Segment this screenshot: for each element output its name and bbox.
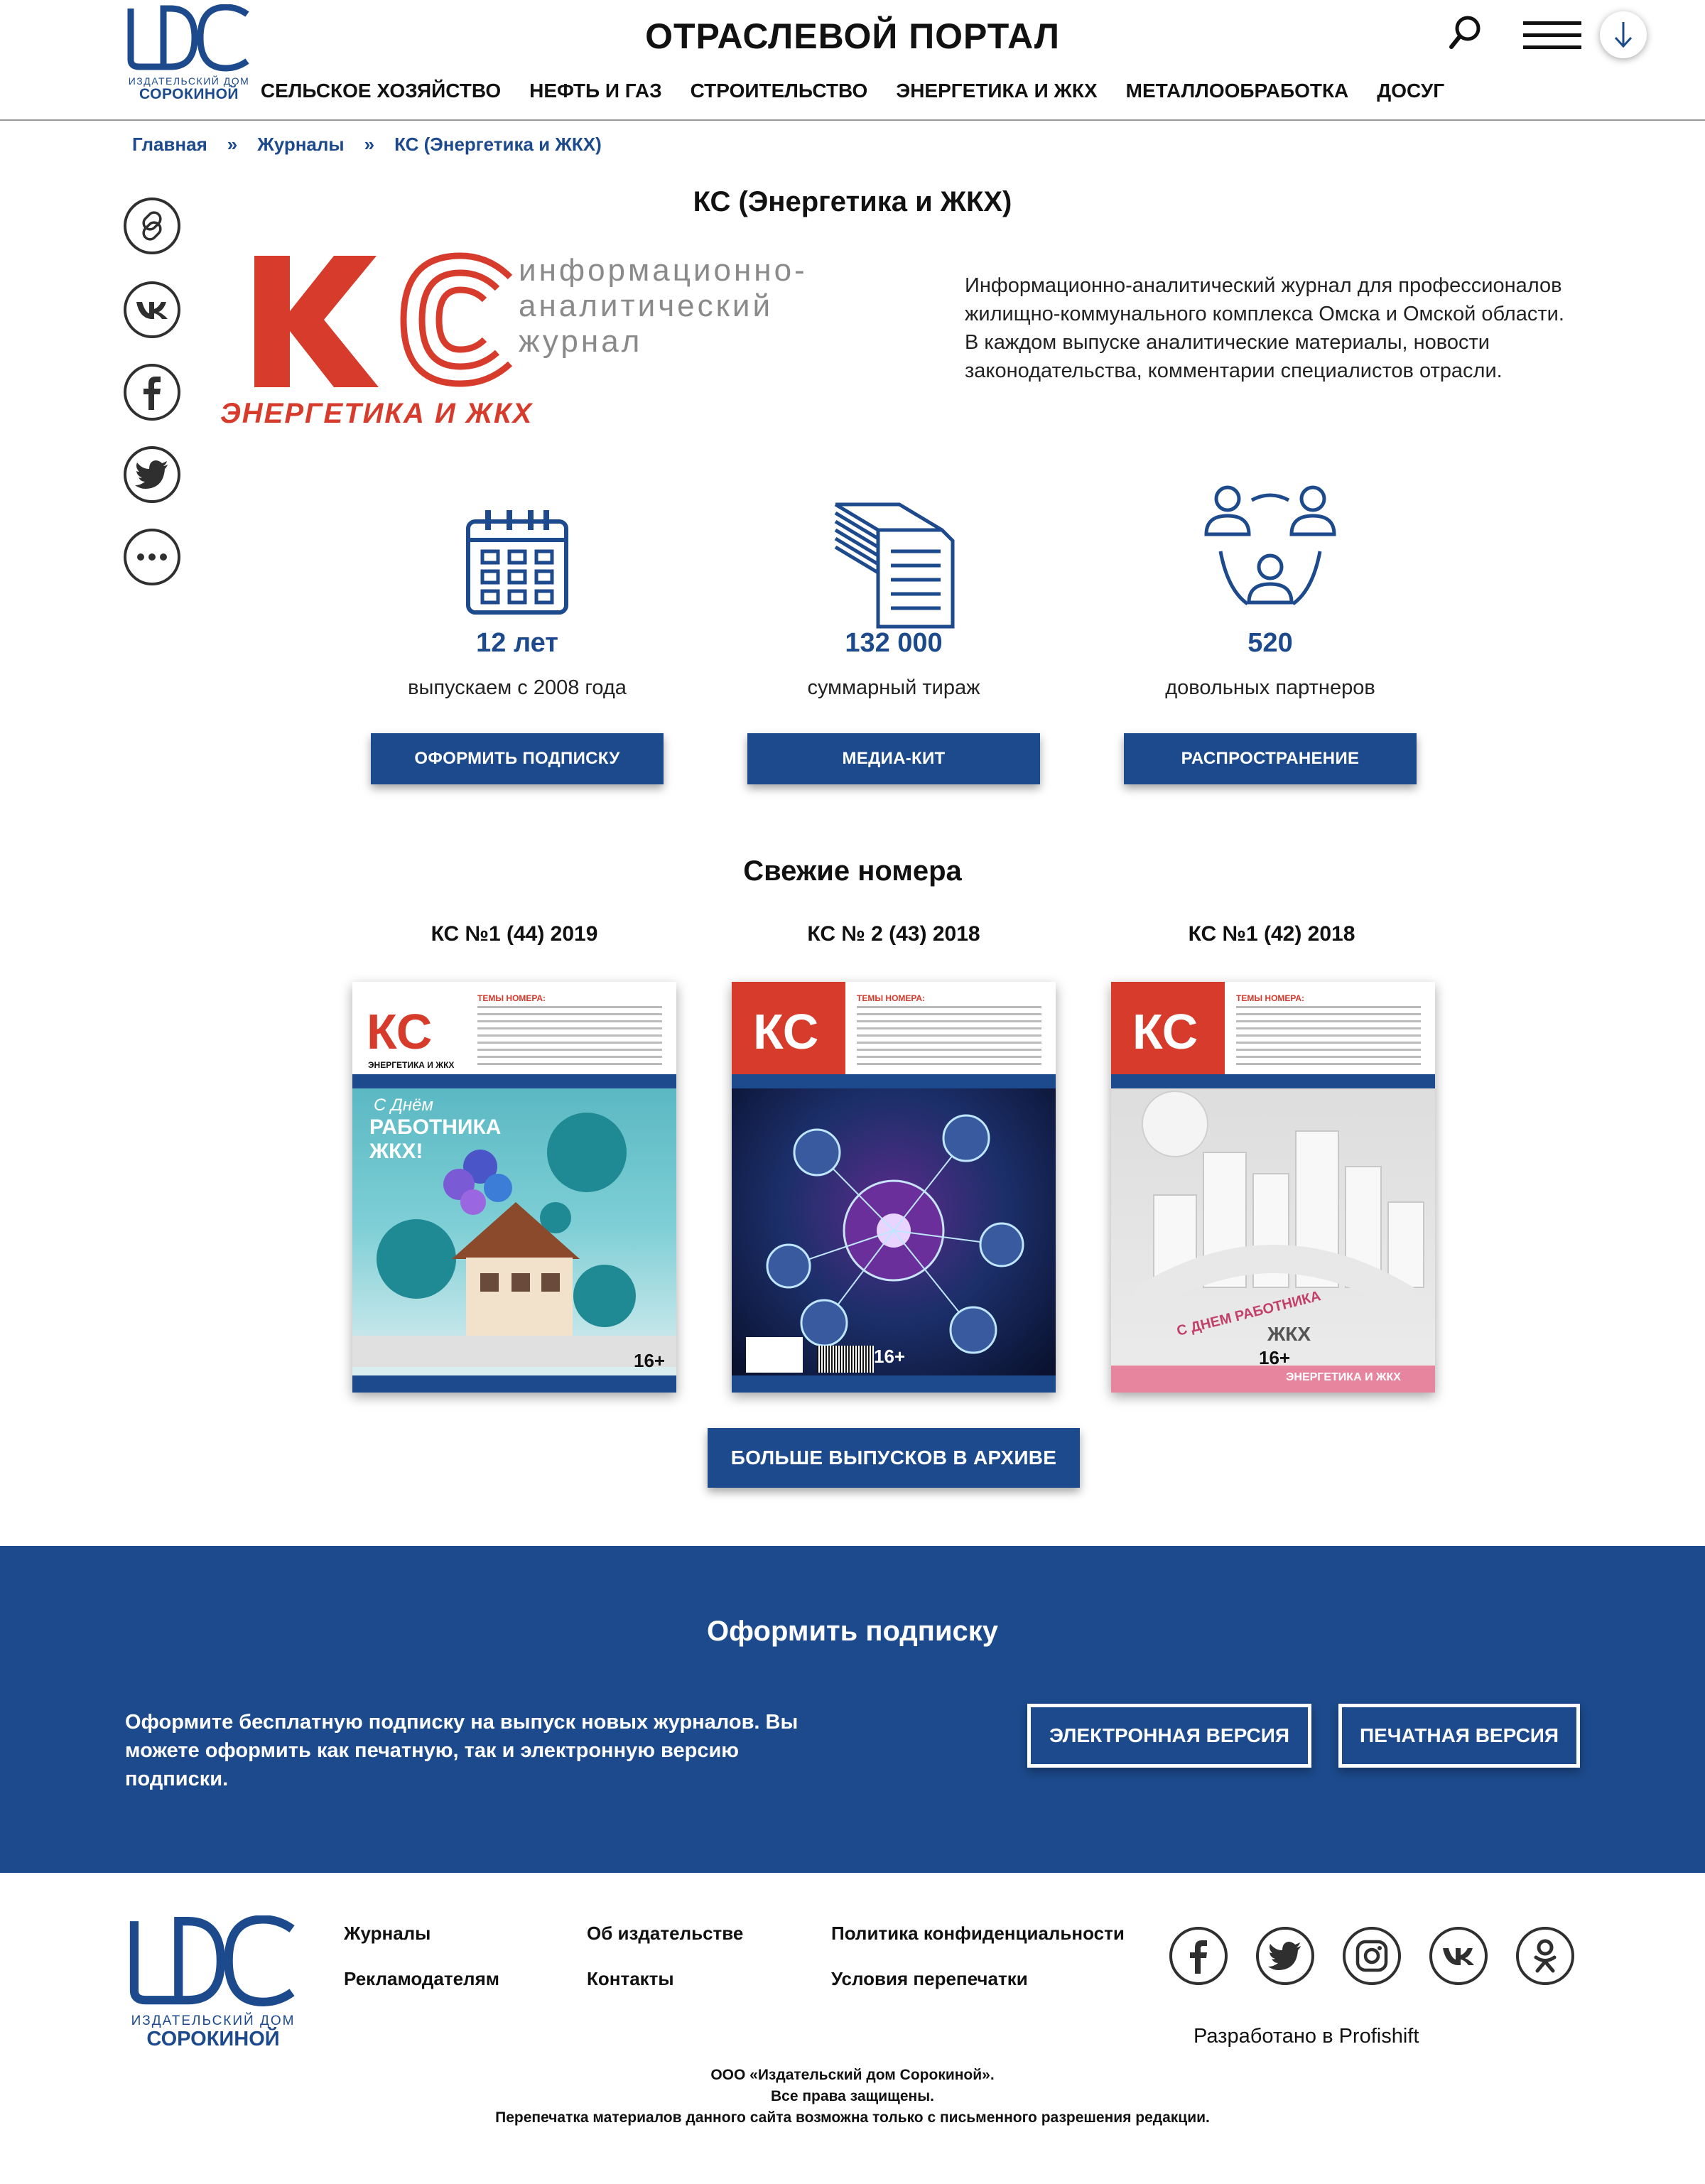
issue-title[interactable]: КС № 2 (43) 2018 <box>730 922 1057 946</box>
scroll-down-button[interactable] <box>1600 11 1647 58</box>
ldc-logo-mark <box>129 1915 295 2006</box>
stat-value: 132 000 <box>845 628 943 658</box>
cover-brand: ЭНЕРГЕТИКА И ЖКХ <box>368 1060 455 1070</box>
search-icon[interactable] <box>1448 14 1483 53</box>
cover-topics: ТЕМЫ НОМЕРА: <box>857 993 926 1003</box>
documents-icon <box>834 502 955 629</box>
breadcrumb: Главная » Журналы » КС (Энергетика и ЖКХ… <box>132 134 602 156</box>
more-icon <box>137 553 167 561</box>
cover-topics: ТЕМЫ НОМЕРА: <box>477 993 546 1003</box>
share-more-button[interactable] <box>124 529 180 585</box>
cover-age: 16+ <box>634 1350 666 1371</box>
menu-icon[interactable] <box>1523 21 1581 50</box>
stat-partners: 520 довольных партнеров РАСПРОСТРАНЕНИЕ <box>1121 483 1419 796</box>
cover-headline: ЖКХ <box>1267 1323 1311 1345</box>
breadcrumb-separator: » <box>227 134 238 155</box>
logo-subtitle-1: ИЗДАТЕЛЬСКИЙ ДОМ <box>131 2013 296 2028</box>
footer-link-advertisers[interactable]: Рекламодателям <box>344 1968 499 1990</box>
odnoklassniki-icon <box>1534 1939 1557 1973</box>
developed-by[interactable]: Разработано в Profishift <box>1194 2025 1419 2048</box>
stat-value: 520 <box>1247 628 1293 658</box>
stat-value: 12 лет <box>476 628 558 658</box>
media-kit-button[interactable]: МЕДИА-КИТ <box>747 733 1040 784</box>
page-title: КС (Энергетика и ЖКХ) <box>693 186 1012 217</box>
arrow-down-icon <box>1614 22 1633 48</box>
nav-item-construction[interactable]: СТРОИТЕЛЬСТВО <box>691 80 868 102</box>
footer-link-journals[interactable]: Журналы <box>344 1923 431 1945</box>
logo-tagline-1: информационно- <box>519 253 808 288</box>
vk-icon <box>136 302 168 319</box>
header-divider <box>0 119 1705 121</box>
issue-title[interactable]: КС №1 (44) 2019 <box>351 922 678 946</box>
nav-item-metalworking[interactable]: МЕТАЛЛООБРАБОТКА <box>1126 80 1349 102</box>
nav-item-leisure[interactable]: ДОСУГ <box>1377 80 1444 102</box>
breadcrumb-separator: » <box>364 134 375 155</box>
stat-label: выпускаем с 2008 года <box>408 676 627 699</box>
subscribe-title: Оформить подписку <box>706 1616 999 1647</box>
vk-icon <box>1443 1948 1474 1965</box>
logo-subtitle-2: СОРОКИНОЙ <box>146 2027 280 2050</box>
ks-logo-mark <box>254 252 513 387</box>
nav-item-oil-gas[interactable]: НЕФТЬ И ГАЗ <box>529 80 662 102</box>
facebook-icon <box>144 377 161 410</box>
instagram-icon <box>1355 1940 1388 1972</box>
twitter-icon <box>135 460 168 489</box>
journal-logo: информационно- аналитический журнал ЭНЕР… <box>220 249 831 440</box>
issues-section-title: Свежие номера <box>743 855 962 887</box>
logo-tagline-2: аналитический <box>519 288 774 323</box>
footer-facebook-button[interactable] <box>1169 1927 1228 1985</box>
nav-item-energy[interactable]: ЭНЕРГЕТИКА И ЖКХ <box>896 80 1097 102</box>
cover-logo: КС <box>367 1004 433 1059</box>
nav-item-agriculture[interactable]: СЕЛЬСКОЕ ХОЗЯЙСТВО <box>261 80 501 102</box>
logo-subtitle: ЭНЕРГЕТИКА И ЖКХ <box>220 398 534 429</box>
issue-cover[interactable]: КС ТЕМЫ НОМЕРА: С ДНЕМ РАБОТНИКА ЖКХ 16+… <box>1111 982 1435 1393</box>
issue-cover[interactable]: КС ЭНЕРГЕТИКА И ЖКХ ТЕМЫ НОМЕРА: С Днём … <box>352 982 676 1393</box>
logo-tagline-3: журнал <box>519 324 643 359</box>
cover-logo: КС <box>753 1004 819 1059</box>
stat-label: довольных партнеров <box>1165 676 1375 699</box>
cover-age: 16+ <box>874 1346 906 1367</box>
issue-cover[interactable]: КС ТЕМЫ НОМЕРА: 16+ <box>732 982 1056 1393</box>
electronic-version-button[interactable]: ЭЛЕКТРОННАЯ ВЕРСИЯ <box>1027 1704 1311 1768</box>
share-vk-button[interactable] <box>124 281 180 338</box>
subscribe-text: Оформите бесплатную подписку на выпуск н… <box>125 1711 799 1790</box>
subscribe-button[interactable]: ОФОРМИТЬ ПОДПИСКУ <box>371 733 664 784</box>
twitter-icon <box>1268 1942 1301 1970</box>
breadcrumb-current[interactable]: КС (Энергетика и ЖКХ) <box>394 134 602 156</box>
partners-icon <box>1204 485 1336 606</box>
footer-link-about[interactable]: Об издательстве <box>587 1923 743 1945</box>
footer-odnoklassniki-button[interactable] <box>1516 1927 1574 1985</box>
stat-years: 12 лет выпускаем с 2008 года ОФОРМИТЬ ПО… <box>368 483 666 796</box>
footer-link-reprint[interactable]: Условия перепечатки <box>831 1968 1028 1990</box>
legal-line: ООО «Издательский дом Сорокиной». <box>710 2067 995 2083</box>
footer-link-privacy[interactable]: Политика конфиденциальности <box>831 1923 1125 1945</box>
issue-title[interactable]: КС №1 (42) 2018 <box>1108 922 1435 946</box>
stat-label: суммарный тираж <box>807 676 980 699</box>
footer-vk-button[interactable] <box>1429 1927 1488 1985</box>
journal-description: Информационно-аналитический журнал для п… <box>965 274 1564 382</box>
footer-link-contacts[interactable]: Контакты <box>587 1968 674 1990</box>
archive-button[interactable]: БОЛЬШЕ ВЫПУСКОВ В АРХИВЕ <box>708 1428 1080 1488</box>
main-nav: СЕЛЬСКОЕ ХОЗЯЙСТВО НЕФТЬ И ГАЗ СТРОИТЕЛЬ… <box>0 80 1705 102</box>
legal-line: Перепечатка материалов данного сайта воз… <box>495 2109 1210 2126</box>
calendar-icon <box>466 510 568 615</box>
cover-illustration <box>766 1114 1024 1354</box>
cover-brand: ЭНЕРГЕТИКА И ЖКХ <box>1286 1371 1401 1383</box>
cover-logo: КС <box>1132 1004 1198 1059</box>
share-twitter-button[interactable] <box>124 446 180 503</box>
facebook-icon <box>1190 1940 1207 1974</box>
breadcrumb-journals[interactable]: Журналы <box>257 134 344 156</box>
footer-logo[interactable]: ИЗДАТЕЛЬСКИЙ ДОМ СОРОКИНОЙ <box>128 1915 298 2058</box>
stat-circulation: 132 000 суммарный тираж МЕДИА-КИТ <box>745 483 1043 796</box>
footer-instagram-button[interactable] <box>1343 1927 1401 1985</box>
cover-topics: ТЕМЫ НОМЕРА: <box>1236 993 1305 1003</box>
legal-line: Все права защищены. <box>770 2088 934 2104</box>
print-version-button[interactable]: ПЕЧАТНАЯ ВЕРСИЯ <box>1338 1704 1580 1768</box>
cover-illustration <box>352 1113 676 1367</box>
share-facebook-button[interactable] <box>124 364 180 421</box>
subscribe-section: Оформить подписку Оформите бесплатную по… <box>0 1546 1705 1873</box>
distribution-button[interactable]: РАСПРОСТРАНЕНИЕ <box>1124 733 1417 784</box>
footer-twitter-button[interactable] <box>1256 1927 1314 1985</box>
breadcrumb-home[interactable]: Главная <box>132 134 207 156</box>
